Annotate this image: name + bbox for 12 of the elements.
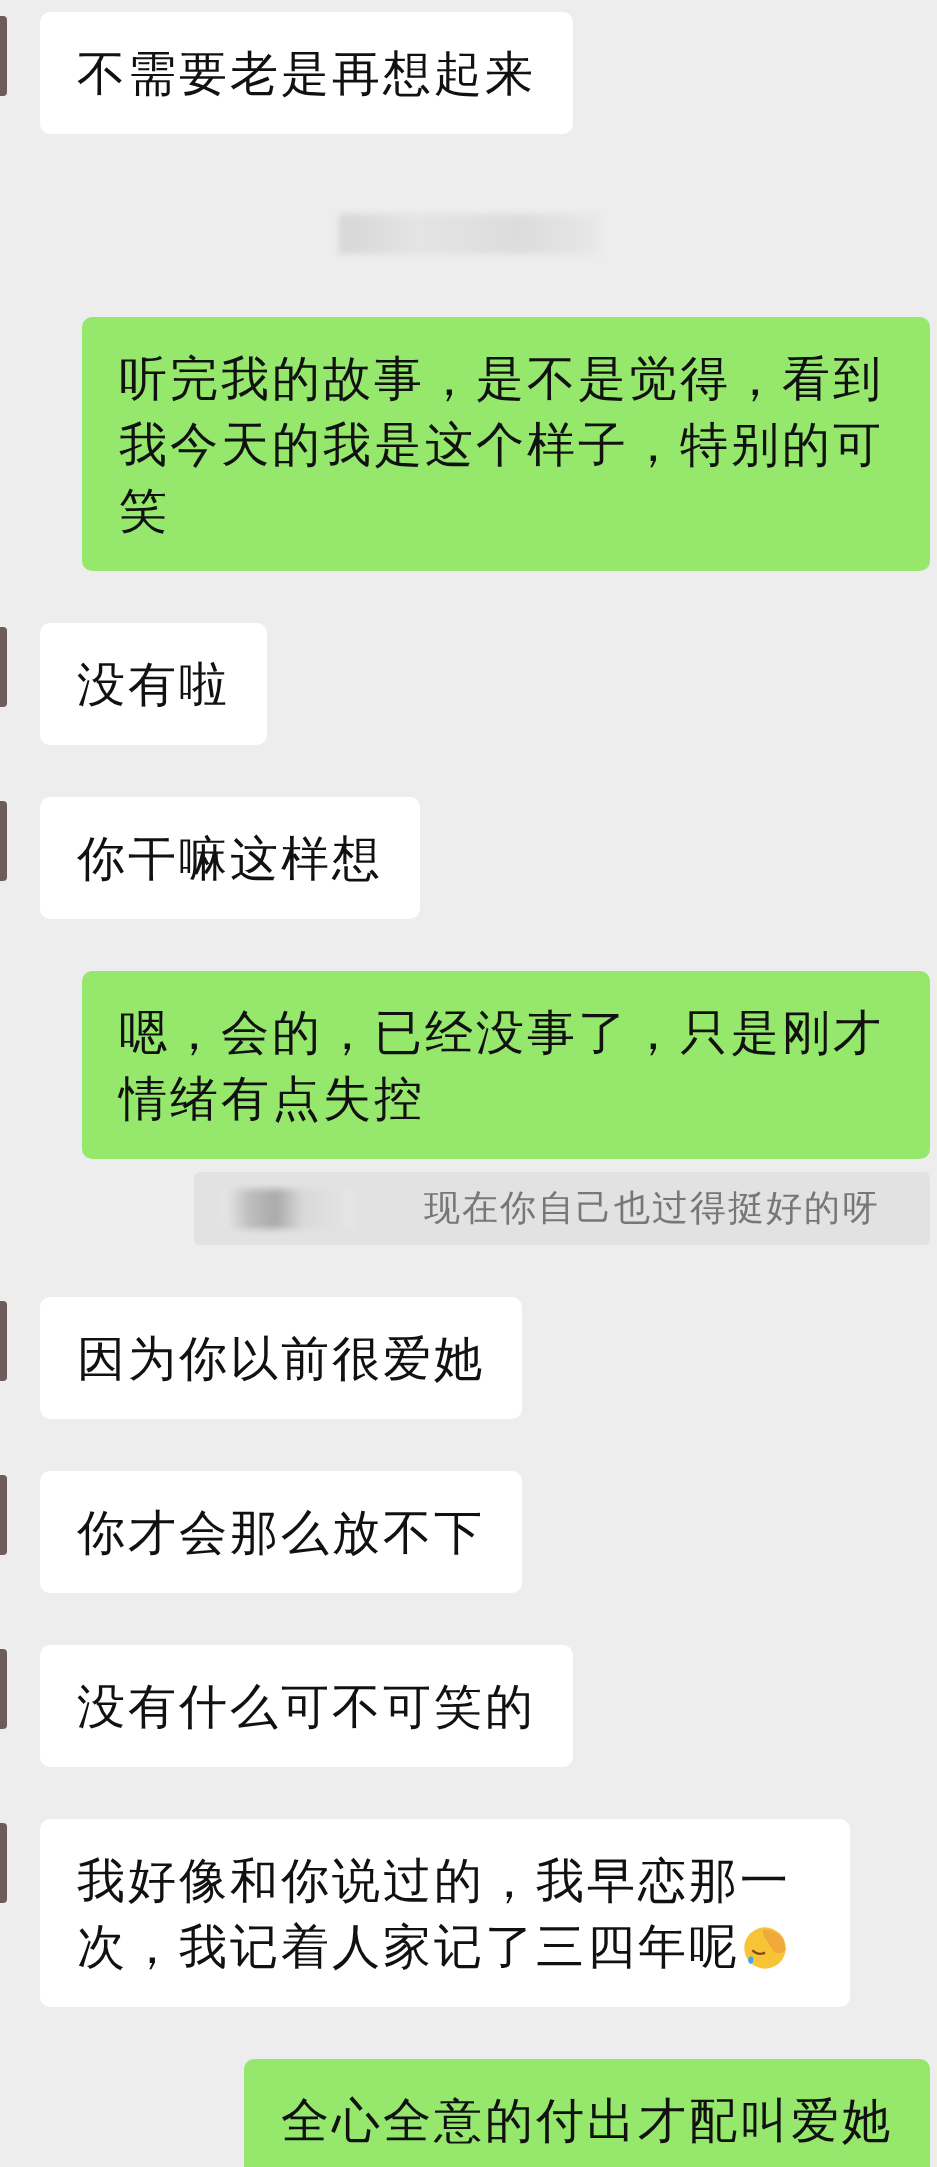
message-bubble: 没有什么可不可笑的 [40, 1645, 573, 1767]
message-bubble: 因为你以前很爱她 [40, 1297, 522, 1419]
message-bubble: 你干嘛这样想 [40, 797, 420, 919]
quote-text: 现在你自己也过得挺好的呀 [424, 1186, 880, 1230]
message-bubble: 全心全意的付出才配叫爱她 [244, 2059, 930, 2167]
message-bubble: 不需要老是再想起来 [40, 12, 573, 134]
message-bubble: 听完我的故事，是不是觉得，看到我今天的我是这个样子，特别的可笑 [82, 317, 930, 571]
message-bubble: 我好像和你说过的，我早恋那一次，我记着人家记了三四年呢 [40, 1819, 850, 2007]
message-bubble: 你才会那么放不下 [40, 1471, 522, 1593]
quoted-reply[interactable]: 现在你自己也过得挺好的呀 [194, 1172, 930, 1245]
message-bubble: 嗯，会的，已经没事了，只是刚才情绪有点失控 [82, 971, 930, 1159]
message-bubble: 没有啦 [40, 623, 267, 745]
